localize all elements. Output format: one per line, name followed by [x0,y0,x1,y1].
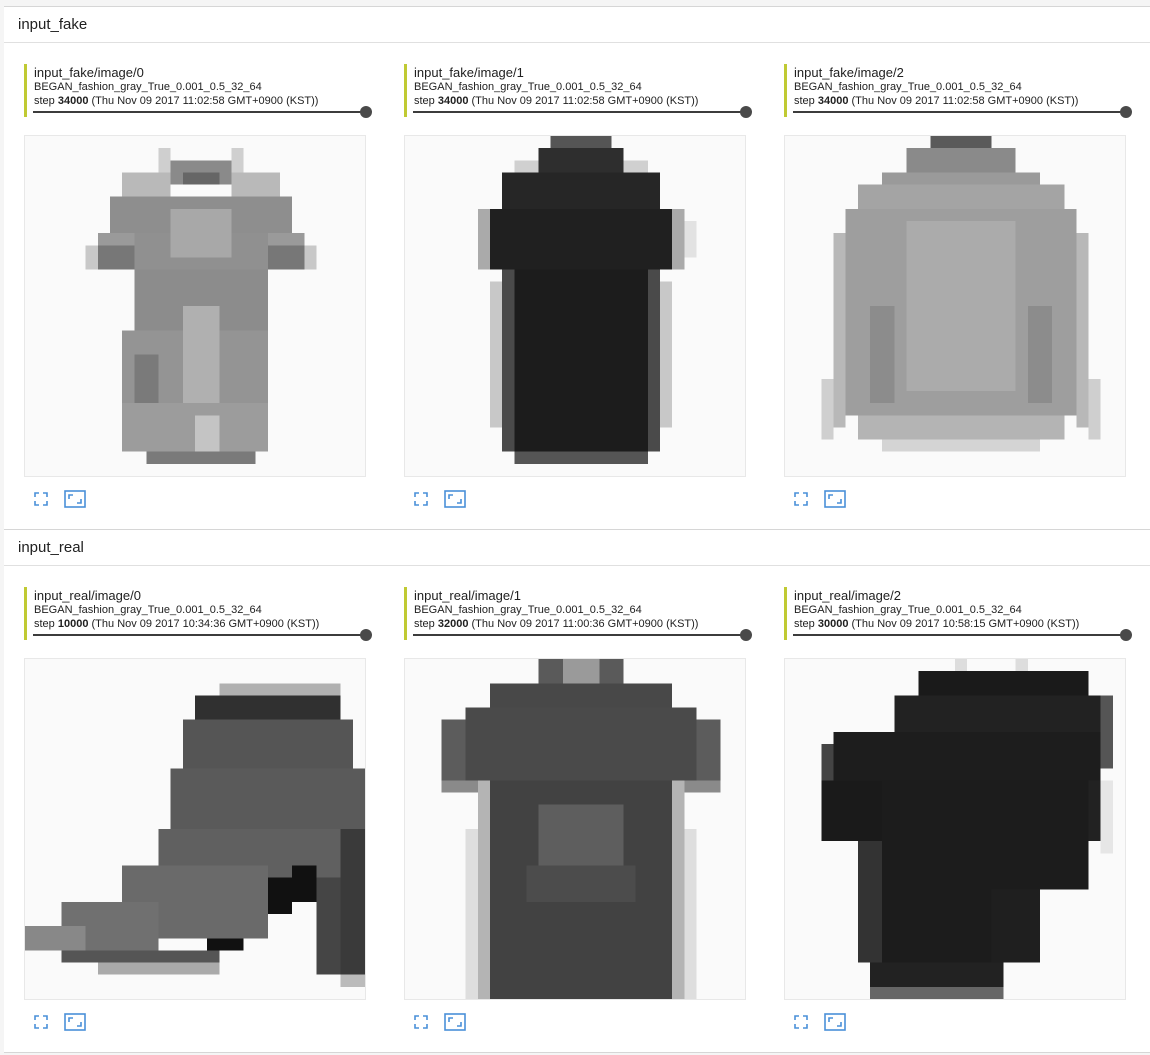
step-value: 30000 [817,618,849,630]
run-name: BEGAN_fashion_gray_True_0.001_0.5_32_64 [414,604,642,616]
step-label: step [34,95,55,107]
garment-image [405,136,745,476]
fullscreen-icon[interactable] [410,489,432,509]
slider-knob[interactable] [1120,106,1132,118]
step-label: step [794,618,815,630]
run-name: BEGAN_fashion_gray_True_0.001_0.5_32_64 [34,81,262,93]
image-card: input_fake/image/1 BEGAN_fashion_gray_Tr… [404,64,752,511]
slider-knob[interactable] [740,106,752,118]
garment-image [25,659,365,999]
image-fake-dress-gray [24,135,366,477]
garment-image [405,659,745,999]
step-info: step 34000 (Thu Nov 09 2017 11:02:58 GMT… [414,94,746,108]
image-card: input_real/image/2 BEGAN_fashion_gray_Tr… [784,587,1132,1034]
card-title: input_fake/image/2 [794,65,904,80]
card-header: input_fake/image/2 BEGAN_fashion_gray_Tr… [784,64,1132,118]
fit-to-frame-icon[interactable] [64,1012,86,1032]
fullscreen-icon[interactable] [30,1012,52,1032]
step-info: step 34000 (Thu Nov 09 2017 11:02:58 GMT… [34,94,366,108]
run-name: BEGAN_fashion_gray_True_0.001_0.5_32_64 [34,604,262,616]
card-title: input_real/image/0 [34,588,141,603]
step-slider[interactable] [33,106,372,118]
image-fake-shirt-gray [784,135,1126,477]
card-actions [404,489,746,511]
step-label: step [34,618,55,630]
step-value: 10000 [57,618,89,630]
image-real-ankle-boot [24,658,366,1000]
slider-knob[interactable] [740,629,752,641]
step-slider[interactable] [793,629,1132,641]
slider-knob[interactable] [1120,629,1132,641]
slider-knob[interactable] [360,106,372,118]
card-actions [404,1012,746,1034]
step-slider[interactable] [413,629,752,641]
run-name: BEGAN_fashion_gray_True_0.001_0.5_32_64 [794,604,1022,616]
timestamp: (Thu Nov 09 2017 11:00:36 GMT+0900 (KST)… [471,618,699,630]
card-header: input_real/image/0 BEGAN_fashion_gray_Tr… [24,587,372,641]
step-value: 34000 [817,95,849,107]
image-card: input_real/image/0 BEGAN_fashion_gray_Tr… [24,587,372,1034]
garment-image [25,136,365,476]
image-real-tshirt [404,658,746,1000]
step-info: step 34000 (Thu Nov 09 2017 11:02:58 GMT… [794,94,1126,108]
step-value: 34000 [437,95,469,107]
card-actions [784,1012,1126,1034]
garment-image [785,659,1125,999]
fit-to-frame-icon[interactable] [824,489,846,509]
card-actions [24,1012,366,1034]
card-header: input_fake/image/1 BEGAN_fashion_gray_Tr… [404,64,752,118]
timestamp: (Thu Nov 09 2017 11:02:58 GMT+0900 (KST)… [471,95,699,107]
step-value: 34000 [57,95,89,107]
card-actions [784,489,1126,511]
garment-image [785,136,1125,476]
fullscreen-icon[interactable] [790,1012,812,1032]
step-info: step 30000 (Thu Nov 09 2017 10:58:15 GMT… [794,617,1126,631]
card-title: input_real/image/1 [414,588,521,603]
step-info: step 10000 (Thu Nov 09 2017 10:34:36 GMT… [34,617,366,631]
run-name: BEGAN_fashion_gray_True_0.001_0.5_32_64 [794,81,1022,93]
step-slider[interactable] [33,629,372,641]
image-card: input_fake/image/2 BEGAN_fashion_gray_Tr… [784,64,1132,511]
step-label: step [414,95,435,107]
image-card: input_fake/image/0 BEGAN_fashion_gray_Tr… [24,64,372,511]
fit-to-frame-icon[interactable] [444,489,466,509]
step-slider[interactable] [793,106,1132,118]
image-card: input_real/image/1 BEGAN_fashion_gray_Tr… [404,587,752,1034]
section-input-fake: input_fake input_fake/image/0 BEGAN_fash… [4,6,1150,530]
fit-to-frame-icon[interactable] [444,1012,466,1032]
step-label: step [794,95,815,107]
card-header: input_fake/image/0 BEGAN_fashion_gray_Tr… [24,64,372,118]
step-value: 32000 [437,618,469,630]
section-title: input_fake [4,7,1150,43]
fit-to-frame-icon[interactable] [824,1012,846,1032]
card-title: input_real/image/2 [794,588,901,603]
slider-knob[interactable] [360,629,372,641]
section-input-real: input_real input_real/image/0 BEGAN_fash… [4,529,1150,1053]
fullscreen-icon[interactable] [30,489,52,509]
timestamp: (Thu Nov 09 2017 11:02:58 GMT+0900 (KST)… [851,95,1079,107]
image-fake-dress-black [404,135,746,477]
image-real-tshirt-black [784,658,1126,1000]
card-actions [24,489,366,511]
step-label: step [414,618,435,630]
fit-to-frame-icon[interactable] [64,489,86,509]
fullscreen-icon[interactable] [410,1012,432,1032]
timestamp: (Thu Nov 09 2017 11:02:58 GMT+0900 (KST)… [91,95,319,107]
step-slider[interactable] [413,106,752,118]
timestamp: (Thu Nov 09 2017 10:34:36 GMT+0900 (KST)… [91,618,320,630]
card-header: input_real/image/2 BEGAN_fashion_gray_Tr… [784,587,1132,641]
card-title: input_fake/image/1 [414,65,524,80]
card-title: input_fake/image/0 [34,65,144,80]
timestamp: (Thu Nov 09 2017 10:58:15 GMT+0900 (KST)… [851,618,1080,630]
card-header: input_real/image/1 BEGAN_fashion_gray_Tr… [404,587,752,641]
step-info: step 32000 (Thu Nov 09 2017 11:00:36 GMT… [414,617,746,631]
section-title: input_real [4,530,1150,566]
run-name: BEGAN_fashion_gray_True_0.001_0.5_32_64 [414,81,642,93]
fullscreen-icon[interactable] [790,489,812,509]
